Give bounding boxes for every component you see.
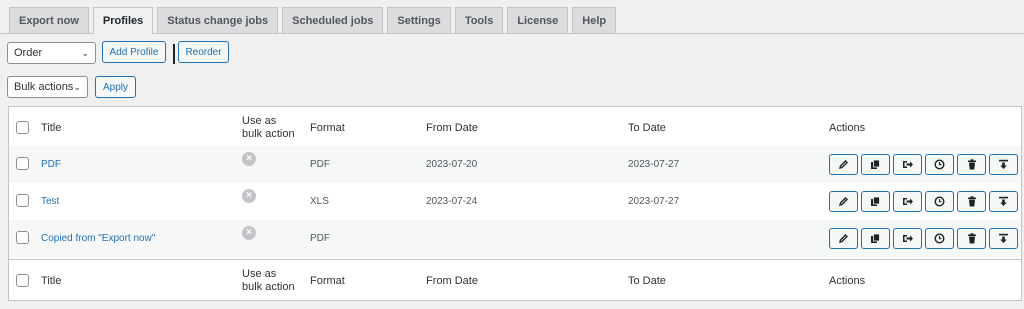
column-format: Format (310, 274, 345, 287)
edit-icon (839, 197, 848, 206)
profiles-table: Title Use as bulk action Format From Date… (8, 106, 1022, 301)
chevron-down-icon: ⌄ (73, 81, 81, 92)
close-circle-icon[interactable]: × (242, 226, 256, 240)
format-value: PDF (310, 233, 330, 244)
row-actions (829, 191, 1018, 212)
column-use-bulk-line1: Use as (242, 114, 277, 127)
edit-button[interactable] (829, 228, 858, 249)
export-button[interactable] (893, 191, 922, 212)
export-button[interactable] (893, 154, 922, 175)
table-row: Copied from "Export now" × PDF (9, 220, 1021, 257)
column-use-bulk: Use as bulk action (242, 260, 295, 301)
order-select[interactable]: Order ⌄ (7, 42, 96, 64)
select-all-checkbox[interactable] (16, 121, 29, 134)
column-actions: Actions (829, 274, 866, 287)
tab-settings[interactable]: Settings (387, 7, 451, 33)
close-circle-icon[interactable]: × (242, 189, 256, 203)
tabs-divider (0, 33, 1024, 34)
row-actions (829, 228, 1018, 249)
column-use-bulk-line1: Use as (242, 267, 277, 280)
profile-title-link[interactable]: Copied from "Export now" (41, 220, 155, 257)
column-format: Format (310, 121, 345, 134)
table-row: PDF × PDF 2023-07-20 2023-07-27 (9, 146, 1021, 183)
tab-status-change-jobs[interactable]: Status change jobs (157, 7, 279, 33)
column-to-date: To Date (628, 121, 666, 134)
edit-icon (839, 160, 848, 169)
schedule-button[interactable] (925, 191, 954, 212)
column-from-date: From Date (426, 121, 478, 134)
clock-icon (934, 159, 945, 170)
chevron-down-icon: ⌄ (81, 47, 89, 58)
column-to-date: To Date (628, 274, 666, 287)
nav-tabs: Export now Profiles Status change jobs S… (9, 7, 617, 34)
column-use-bulk: Use as bulk action (242, 107, 295, 148)
delete-button[interactable] (957, 154, 986, 175)
separator (173, 44, 175, 64)
tab-tools[interactable]: Tools (454, 7, 504, 33)
download-button[interactable] (989, 154, 1018, 175)
reorder-button[interactable]: Reorder (178, 41, 229, 63)
add-profile-button[interactable]: Add Profile (102, 41, 166, 63)
tab-scheduled-jobs[interactable]: Scheduled jobs (282, 7, 384, 33)
delete-button[interactable] (957, 228, 986, 249)
profile-title-link[interactable]: Test (41, 183, 59, 220)
edit-icon (839, 234, 848, 243)
trash-icon (967, 196, 976, 207)
row-actions (829, 154, 1018, 175)
clock-icon (934, 196, 945, 207)
copy-icon (871, 196, 880, 206)
from-date-value: 2023-07-24 (426, 196, 478, 207)
profile-title-link[interactable]: PDF (41, 146, 61, 183)
table-footer: Title Use as bulk action Format From Date… (9, 259, 1021, 301)
schedule-button[interactable] (925, 228, 954, 249)
to-date-value: 2023-07-27 (628, 159, 680, 170)
table-header: Title Use as bulk action Format From Date… (9, 107, 1021, 149)
edit-button[interactable] (829, 191, 858, 212)
column-title[interactable]: Title (41, 107, 61, 148)
trash-icon (967, 233, 976, 244)
download-icon (999, 233, 1008, 243)
download-icon (999, 159, 1008, 169)
schedule-button[interactable] (925, 154, 954, 175)
download-button[interactable] (989, 228, 1018, 249)
row-checkbox[interactable] (16, 194, 29, 207)
edit-button[interactable] (829, 154, 858, 175)
export-icon (902, 235, 913, 242)
from-date-value: 2023-07-20 (426, 159, 478, 170)
copy-button[interactable] (861, 154, 890, 175)
bulk-actions-value: Bulk actions (14, 81, 74, 93)
copy-icon (871, 159, 880, 169)
delete-button[interactable] (957, 191, 986, 212)
export-icon (902, 198, 913, 205)
format-value: XLS (310, 196, 329, 207)
export-button[interactable] (893, 228, 922, 249)
to-date-value: 2023-07-27 (628, 196, 680, 207)
copy-button[interactable] (861, 191, 890, 212)
table-row: Test × XLS 2023-07-24 2023-07-27 (9, 183, 1021, 220)
tab-export-now[interactable]: Export now (9, 7, 89, 33)
copy-button[interactable] (861, 228, 890, 249)
trash-icon (967, 159, 976, 170)
bulk-actions-select[interactable]: Bulk actions ⌄ (7, 76, 88, 98)
column-use-bulk-line2: bulk action (242, 280, 295, 293)
apply-button[interactable]: Apply (95, 76, 136, 98)
close-circle-icon[interactable]: × (242, 152, 256, 166)
tab-help[interactable]: Help (572, 7, 617, 33)
download-icon (999, 196, 1008, 206)
tab-license[interactable]: License (507, 7, 569, 33)
column-from-date: From Date (426, 274, 478, 287)
row-checkbox[interactable] (16, 231, 29, 244)
tab-profiles[interactable]: Profiles (92, 7, 154, 34)
copy-icon (871, 233, 880, 243)
column-actions: Actions (829, 121, 866, 134)
clock-icon (934, 233, 945, 244)
row-checkbox[interactable] (16, 157, 29, 170)
export-icon (902, 161, 913, 168)
select-all-checkbox-footer[interactable] (16, 274, 29, 287)
format-value: PDF (310, 159, 330, 170)
column-use-bulk-line2: bulk action (242, 127, 295, 140)
column-title[interactable]: Title (41, 260, 61, 301)
download-button[interactable] (989, 191, 1018, 212)
order-select-value: Order (14, 47, 43, 59)
